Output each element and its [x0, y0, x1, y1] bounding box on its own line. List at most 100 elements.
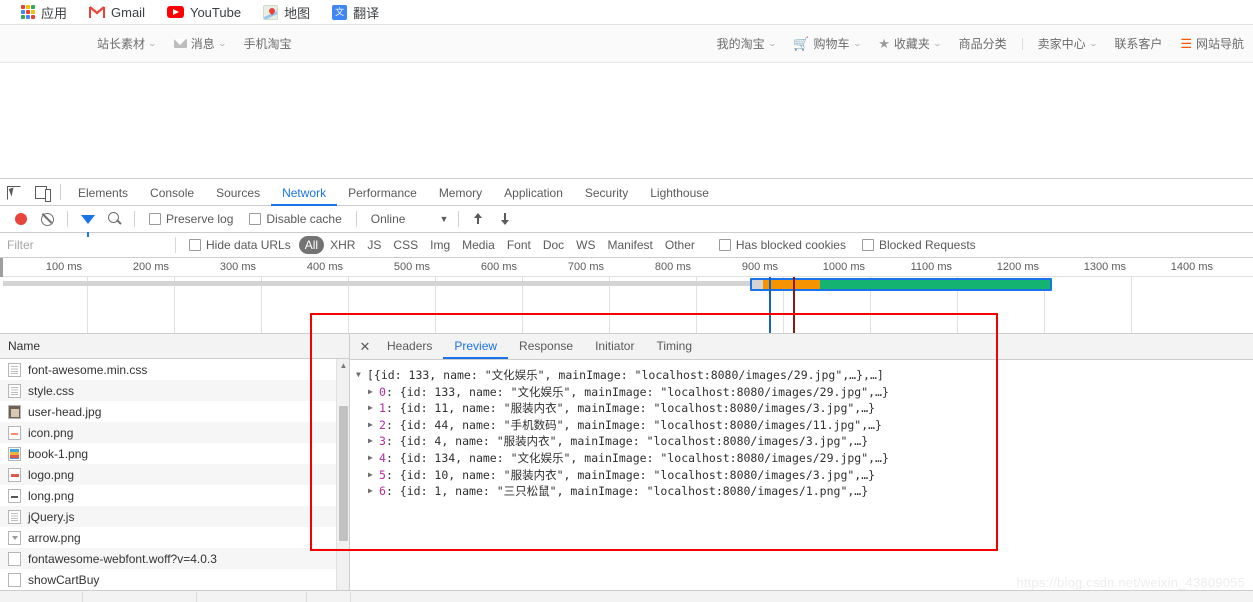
requests-column-header[interactable]: Name — [0, 334, 349, 359]
type-filter-all[interactable]: All — [298, 236, 325, 254]
type-filter-js[interactable]: JS — [361, 236, 387, 254]
bookmark-gmail[interactable]: Gmail — [78, 0, 156, 24]
json-row[interactable]: ▶ 3: {id: 4, name: "服装内衣", mainImage: "l… — [356, 433, 1253, 450]
document-icon — [8, 362, 21, 377]
tab-application[interactable]: Application — [493, 180, 574, 206]
expand-triangle-icon[interactable]: ▶ — [368, 483, 379, 500]
nav-item-mobile-taobao[interactable]: 手机淘宝 — [234, 25, 300, 63]
preserve-log-checkbox[interactable]: Preserve log — [141, 212, 241, 226]
blocked-requests-label: Blocked Requests — [878, 238, 976, 252]
expand-triangle-icon[interactable]: ▶ — [368, 384, 379, 401]
youtube-icon — [166, 6, 184, 18]
tab-lighthouse[interactable]: Lighthouse — [639, 180, 720, 206]
tab-headers[interactable]: Headers — [376, 334, 443, 359]
nav-item-favorites[interactable]: ★ 收藏夹 ⌄ — [869, 25, 949, 63]
type-filter-doc[interactable]: Doc — [537, 236, 570, 254]
bookmark-youtube[interactable]: YouTube — [156, 0, 252, 24]
tab-security[interactable]: Security — [574, 180, 639, 206]
nav-item-my-taobao[interactable]: 我的淘宝 ⌄ — [708, 25, 785, 63]
scroll-up-arrow-icon[interactable]: ▲ — [337, 359, 349, 372]
disable-cache-checkbox[interactable]: Disable cache — [241, 212, 349, 226]
table-row[interactable]: user-head.jpg — [0, 401, 349, 422]
tab-memory[interactable]: Memory — [428, 180, 493, 206]
type-filter-media[interactable]: Media — [456, 236, 501, 254]
expand-triangle-icon[interactable]: ▶ — [368, 450, 379, 467]
table-row[interactable]: book-1.png — [0, 443, 349, 464]
tab-elements[interactable]: Elements — [67, 180, 139, 206]
expand-triangle-icon[interactable]: ▼ — [356, 367, 367, 384]
nav-item-cart[interactable]: 🛒 购物车 ⌄ — [784, 25, 869, 63]
blocked-requests-checkbox[interactable]: Blocked Requests — [854, 238, 984, 252]
overview-track — [3, 281, 751, 286]
nav-item-seller-center[interactable]: 卖家中心 ⌄ — [1029, 25, 1106, 63]
tab-initiator[interactable]: Initiator — [584, 334, 645, 359]
json-row[interactable]: ▶ 2: {id: 44, name: "手机数码", mainImage: "… — [356, 417, 1253, 434]
tab-console[interactable]: Console — [139, 180, 205, 206]
table-row[interactable]: icon.png — [0, 422, 349, 443]
type-filter-font[interactable]: Font — [501, 236, 537, 254]
expand-triangle-icon[interactable]: ▶ — [368, 417, 379, 434]
table-row[interactable]: logo.png — [0, 464, 349, 485]
type-filter-manifest[interactable]: Manifest — [602, 236, 659, 254]
json-index: 2 — [379, 417, 386, 432]
expand-triangle-icon[interactable]: ▶ — [368, 433, 379, 450]
table-row[interactable]: long.png — [0, 485, 349, 506]
table-row[interactable]: showCartBuy — [0, 569, 349, 590]
import-har-button[interactable] — [465, 206, 492, 232]
bookmark-apps[interactable]: 应用 — [10, 0, 78, 24]
device-toolbar-button[interactable] — [27, 179, 54, 205]
json-root-line[interactable]: ▼ [{id: 133, name: "文化娱乐", mainImage: "l… — [356, 367, 1253, 384]
filter-toggle-button[interactable] — [74, 206, 101, 237]
json-row[interactable]: ▶ 0: {id: 133, name: "文化娱乐", mainImage: … — [356, 384, 1253, 401]
tab-sources[interactable]: Sources — [205, 180, 271, 206]
json-row[interactable]: ▶ 1: {id: 11, name: "服装内衣", mainImage: "… — [356, 400, 1253, 417]
tab-response[interactable]: Response — [508, 334, 584, 359]
json-row[interactable]: ▶ 6: {id: 1, name: "三只松鼠", mainImage: "l… — [356, 483, 1253, 500]
json-index: 5 — [379, 467, 386, 482]
table-row[interactable]: jQuery.js — [0, 506, 349, 527]
expand-triangle-icon[interactable]: ▶ — [368, 467, 379, 484]
type-filter-img[interactable]: Img — [424, 236, 456, 254]
bookmark-maps[interactable]: 地图 — [252, 0, 321, 24]
record-button[interactable] — [7, 206, 34, 232]
table-row[interactable]: style.css — [0, 380, 349, 401]
close-icon[interactable]: ✕ — [354, 334, 376, 359]
overview-selection[interactable] — [750, 278, 1052, 291]
table-row[interactable]: arrow.png — [0, 527, 349, 548]
image-icon — [8, 488, 21, 503]
has-blocked-cookies-checkbox[interactable]: Has blocked cookies — [711, 238, 854, 252]
type-filter-other[interactable]: Other — [659, 236, 701, 254]
nav-item-zhanzhang[interactable]: 站长素材 ⌄ — [88, 25, 165, 63]
json-row[interactable]: ▶ 4: {id: 134, name: "文化娱乐", mainImage: … — [356, 450, 1253, 467]
scrollbar-thumb[interactable] — [339, 406, 348, 541]
expand-triangle-icon[interactable]: ▶ — [368, 400, 379, 417]
inspect-element-button[interactable] — [0, 179, 27, 205]
tab-preview[interactable]: Preview — [443, 334, 509, 359]
nav-divider — [1021, 37, 1023, 50]
nav-item-messages[interactable]: 消息 ⌄ — [165, 25, 235, 63]
tab-network[interactable]: Network — [271, 180, 338, 206]
nav-item-contact[interactable]: 联系客户 — [1105, 25, 1171, 63]
page-content-area — [0, 63, 1253, 178]
type-filter-css[interactable]: CSS — [387, 236, 424, 254]
tab-timing[interactable]: Timing — [645, 334, 703, 359]
clear-button[interactable] — [34, 206, 61, 232]
nav-item-categories[interactable]: 商品分类 — [950, 25, 1016, 63]
nav-item-site-map[interactable]: ☰ 网站导航 — [1171, 25, 1253, 63]
throttling-select[interactable]: Online ▼ — [363, 212, 449, 226]
toolbar-divider — [355, 211, 357, 227]
hide-data-urls-checkbox[interactable]: Hide data URLs — [181, 238, 299, 252]
bookmark-translate[interactable]: 文 翻译 — [321, 0, 390, 24]
site-nav-right-group: 我的淘宝 ⌄ 🛒 购物车 ⌄ ★ 收藏夹 ⌄ 商品分类 卖家中心 ⌄ 联系客户 … — [708, 25, 1253, 63]
filter-input[interactable] — [0, 233, 170, 257]
export-har-button[interactable] — [492, 206, 519, 232]
type-filter-xhr[interactable]: XHR — [324, 236, 361, 254]
network-timeline-overview[interactable]: 100 ms 200 ms 300 ms 400 ms 500 ms 600 m… — [0, 258, 1253, 334]
tab-performance[interactable]: Performance — [337, 180, 428, 206]
table-row[interactable]: fontawesome-webfont.woff?v=4.0.3 — [0, 548, 349, 569]
type-filter-ws[interactable]: WS — [570, 236, 601, 254]
requests-list-scrollbar[interactable]: ▲ ▼ — [336, 359, 349, 602]
search-button[interactable] — [101, 206, 128, 232]
json-row[interactable]: ▶ 5: {id: 10, name: "服装内衣", mainImage: "… — [356, 467, 1253, 484]
table-row[interactable]: font-awesome.min.css — [0, 359, 349, 380]
